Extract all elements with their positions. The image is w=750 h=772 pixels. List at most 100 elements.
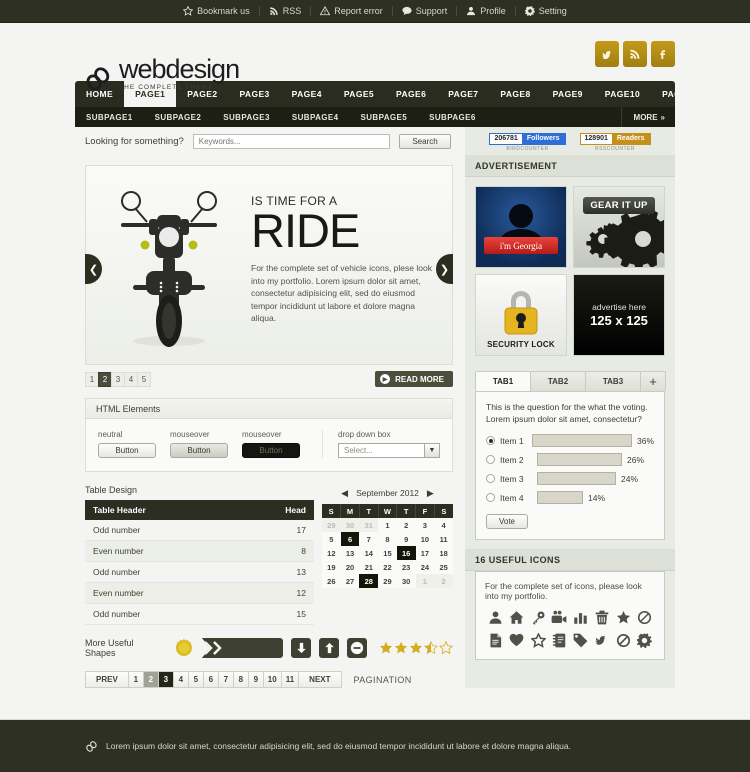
- bird-counter[interactable]: 206781 Followers BIRDCOUNTER: [489, 132, 566, 152]
- demo-select[interactable]: Select... ▼: [338, 443, 440, 458]
- calendar-day[interactable]: 18: [434, 546, 453, 560]
- calendar-day[interactable]: 19: [322, 560, 341, 574]
- nav-item-page8[interactable]: PAGE8: [489, 81, 541, 107]
- subnav-item-subpage1[interactable]: SUBPAGE1: [75, 107, 144, 127]
- star-outline-icon[interactable]: [530, 633, 546, 648]
- calendar-day[interactable]: 17: [415, 546, 435, 560]
- arrow-up-icon[interactable]: [319, 638, 340, 658]
- facebook-icon[interactable]: [651, 41, 675, 67]
- calendar-prev-button[interactable]: ◀: [341, 488, 348, 499]
- pagination-page-3[interactable]: 3: [157, 671, 174, 688]
- calendar-day[interactable]: 24: [415, 560, 435, 574]
- calendar-day[interactable]: 13: [340, 546, 360, 560]
- calendar-day[interactable]: 12: [322, 546, 341, 560]
- calendar-day[interactable]: 7: [359, 532, 379, 546]
- subnav-item-subpage6[interactable]: SUBPAGE6: [418, 107, 487, 127]
- poll-item[interactable]: Item 3 24%: [486, 472, 654, 485]
- slider-dot-3[interactable]: 3: [111, 371, 125, 387]
- topbar-item-report-error[interactable]: Report error: [311, 6, 393, 16]
- topbar-item-rss[interactable]: RSS: [260, 6, 312, 16]
- calendar-day[interactable]: 26: [322, 574, 341, 588]
- subnav-item-subpage4[interactable]: SUBPAGE4: [281, 107, 350, 127]
- rss-icon[interactable]: [623, 41, 647, 67]
- rss-counter[interactable]: 128901 Readers RSSCOUNTER: [579, 132, 651, 152]
- poll-radio[interactable]: [486, 493, 495, 502]
- twitter-bird-icon[interactable]: [595, 41, 619, 67]
- subnav-item-subpage2[interactable]: SUBPAGE2: [144, 107, 213, 127]
- calendar-day[interactable]: 30: [396, 574, 416, 588]
- pagination-page-11[interactable]: 11: [280, 671, 300, 688]
- poll-item[interactable]: Item 1 36%: [486, 434, 654, 447]
- calendar-next-button[interactable]: ▶: [427, 488, 434, 499]
- pagination-page-10[interactable]: 10: [262, 671, 282, 688]
- home-icon[interactable]: [509, 610, 524, 625]
- star-icon[interactable]: [616, 610, 631, 625]
- security-lock-ad[interactable]: SECURITY LOCK: [475, 274, 567, 356]
- tag-icon[interactable]: [573, 633, 588, 648]
- pagination-prev[interactable]: PREV: [85, 671, 129, 688]
- calendar-day[interactable]: 9: [396, 532, 416, 546]
- site-logo[interactable]: webdesign THE COMPLETE THEME: [85, 56, 240, 92]
- chevron-down-icon[interactable]: ▼: [424, 444, 439, 457]
- search-input[interactable]: [192, 133, 390, 149]
- pagination-page-6[interactable]: 6: [202, 671, 219, 688]
- placeholder-ad[interactable]: advertise here 125 x 125: [573, 274, 665, 356]
- vote-button[interactable]: Vote: [486, 514, 528, 529]
- demo-button-neutral[interactable]: Button: [98, 443, 156, 458]
- pagination-page-5[interactable]: 5: [187, 671, 204, 688]
- calendar-day[interactable]: 28: [359, 574, 379, 588]
- calendar-day[interactable]: 14: [359, 546, 379, 560]
- calendar-day[interactable]: 1: [378, 518, 397, 532]
- calendar-day[interactable]: 1: [415, 574, 435, 588]
- calendar-day[interactable]: 30: [340, 518, 360, 532]
- calendar-day[interactable]: 3: [415, 518, 435, 532]
- minus-circle-icon[interactable]: [347, 638, 368, 658]
- pagination-page-4[interactable]: 4: [172, 671, 189, 688]
- read-more-button[interactable]: ▶ READ MORE: [375, 371, 453, 387]
- video-camera-icon[interactable]: [551, 610, 567, 625]
- slider-dot-5[interactable]: 5: [137, 371, 151, 387]
- user-icon[interactable]: [488, 610, 503, 625]
- star-rating[interactable]: [379, 641, 454, 655]
- calendar-day[interactable]: 2: [434, 574, 453, 588]
- arrow-down-icon[interactable]: [291, 638, 312, 658]
- slider-dot-2[interactable]: 2: [98, 371, 112, 387]
- notebook-icon[interactable]: [552, 633, 566, 648]
- key-icon[interactable]: [531, 610, 546, 625]
- calendar-day[interactable]: 22: [378, 560, 397, 574]
- topbar-item-bookmark-us[interactable]: Bookmark us: [174, 6, 260, 16]
- nav-item-page9[interactable]: PAGE9: [542, 81, 594, 107]
- nav-item-page10[interactable]: PAGE10: [594, 81, 651, 107]
- slider-dot-1[interactable]: 1: [85, 371, 99, 387]
- calendar-day[interactable]: 2: [396, 518, 416, 532]
- demo-button-hover[interactable]: Button: [170, 443, 228, 458]
- demo-button-active[interactable]: Button: [242, 443, 300, 458]
- nav-more-button[interactable]: MORE »: [620, 107, 675, 127]
- calendar-day[interactable]: 31: [359, 518, 379, 532]
- nav-item-page4[interactable]: PAGE4: [281, 81, 333, 107]
- sunburst-badge-icon[interactable]: [174, 638, 194, 658]
- trash-icon[interactable]: [595, 610, 609, 625]
- blocked-icon[interactable]: [616, 633, 631, 648]
- poll-item[interactable]: Item 2 26%: [486, 453, 654, 466]
- search-button[interactable]: Search: [399, 133, 451, 149]
- calendar-day[interactable]: 20: [340, 560, 360, 574]
- bar-chart-icon[interactable]: [573, 610, 588, 625]
- calendar-day[interactable]: 15: [378, 546, 397, 560]
- calendar-day[interactable]: 27: [340, 574, 360, 588]
- calendar-day[interactable]: 8: [378, 532, 397, 546]
- nav-item-page5[interactable]: PAGE5: [333, 81, 385, 107]
- calendar-day[interactable]: 5: [322, 532, 341, 546]
- calendar-day[interactable]: 11: [434, 532, 453, 546]
- pagination-next[interactable]: NEXT: [298, 671, 342, 688]
- calendar-day[interactable]: 16: [396, 546, 416, 560]
- subnav-item-subpage5[interactable]: SUBPAGE5: [350, 107, 419, 127]
- poll-radio[interactable]: [486, 436, 495, 445]
- calendar-day[interactable]: 23: [396, 560, 416, 574]
- nav-item-page11[interactable]: PAGE11: [651, 81, 675, 107]
- slider-dot-4[interactable]: 4: [124, 371, 138, 387]
- pagination-page-7[interactable]: 7: [217, 671, 234, 688]
- topbar-item-support[interactable]: Support: [393, 6, 458, 16]
- document-icon[interactable]: [489, 633, 502, 648]
- calendar-day[interactable]: 10: [415, 532, 435, 546]
